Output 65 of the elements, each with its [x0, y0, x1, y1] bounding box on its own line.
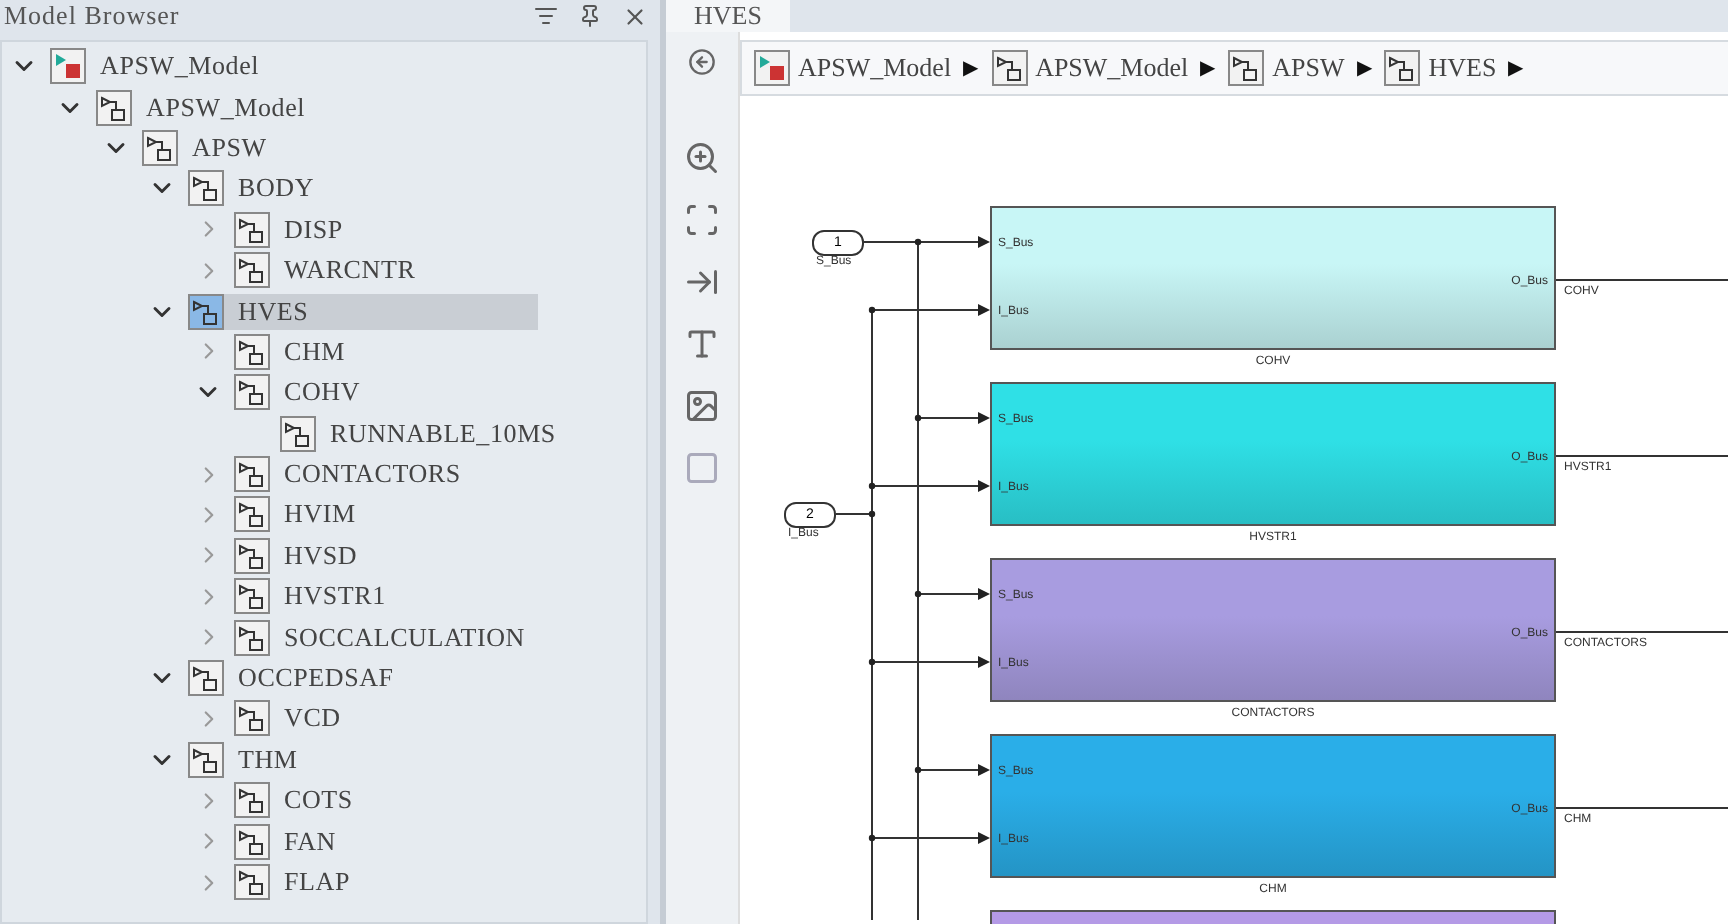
tree-item[interactable]: HVSD: [234, 537, 364, 574]
separator-arrow: ▶: [1200, 56, 1217, 80]
breadcrumb-link[interactable]: APSW_Model: [991, 50, 1189, 86]
subsystem-icon: [234, 496, 270, 533]
tree-item[interactable]: DISP: [234, 211, 349, 248]
panel-title: Model Browser: [4, 0, 182, 32]
tree-item[interactable]: HVSTR1: [234, 578, 392, 615]
tree-item[interactable]: RUNNABLE_10MS: [280, 415, 562, 452]
fit-view-icon[interactable]: [684, 202, 720, 238]
model-icon: [754, 50, 790, 86]
tree-item[interactable]: APSW_Model: [96, 89, 312, 126]
pin-icon[interactable]: [578, 4, 602, 28]
subsystem-icon: [280, 415, 316, 452]
subsystem-icon: [188, 170, 224, 207]
breadcrumb-link[interactable]: APSW: [1228, 50, 1345, 86]
subsystem-icon: [234, 619, 270, 656]
editor-tab[interactable]: HVES: [666, 0, 790, 32]
subsystem-icon: [1228, 50, 1265, 86]
tree-item[interactable]: FLAP: [234, 864, 356, 900]
tree-item[interactable]: THM: [188, 741, 304, 778]
subsystem-icon: [234, 578, 270, 615]
tree-item[interactable]: CONTACTORS: [234, 456, 467, 493]
subsystem-icon: [234, 782, 270, 819]
separator-arrow: ▶: [1356, 56, 1373, 80]
subsystem-icon: [234, 456, 270, 493]
tree-item[interactable]: HVES: [188, 293, 538, 330]
back-icon[interactable]: [688, 48, 716, 76]
subsystem-icon: [234, 211, 270, 248]
subsystem-icon: [234, 537, 270, 574]
tree-item[interactable]: COHV: [234, 374, 367, 411]
tree-item[interactable]: HVIM: [234, 496, 362, 533]
separator-arrow: ▶: [1508, 56, 1525, 80]
subsystem-icon: [1384, 50, 1421, 86]
tree-item[interactable]: COTS: [234, 782, 359, 819]
tree-item[interactable]: VCD: [234, 700, 347, 737]
subsystem-icon: [188, 741, 224, 778]
subsystem-icon: [234, 333, 270, 370]
subsystem-icon: [234, 700, 270, 737]
subsystem-icon: [991, 50, 1028, 86]
subsystem-icon: [234, 252, 270, 289]
breadcrumb-link[interactable]: APSW_Model: [754, 50, 952, 86]
menu-icon[interactable]: [534, 4, 558, 28]
tree-item[interactable]: SOCCALCULATION: [234, 619, 531, 656]
subsystem-icon: [234, 864, 270, 900]
tree-item[interactable]: APSW_Model: [50, 48, 266, 85]
model-icon: [50, 48, 86, 85]
subsystem-icon: [188, 660, 224, 697]
tree-item[interactable]: BODY: [188, 170, 321, 207]
close-icon[interactable]: [622, 3, 648, 29]
text-icon[interactable]: [684, 326, 720, 362]
tree-item[interactable]: OCCPEDSAF: [188, 660, 400, 697]
subsystem-icon: [188, 293, 224, 330]
tree-item[interactable]: APSW: [142, 129, 273, 166]
tree-item[interactable]: WARCNTR: [234, 252, 422, 289]
subsystem-icon: [234, 374, 270, 411]
subsystem-icon: [96, 89, 132, 126]
subsystem-icon: [234, 823, 270, 860]
separator-arrow: ▶: [963, 56, 980, 80]
zoom-icon[interactable]: [684, 140, 720, 176]
arrow-icon[interactable]: [684, 264, 720, 300]
tree-item[interactable]: FAN: [234, 823, 342, 860]
subsystem-icon: [142, 129, 178, 166]
breadcrumb-link[interactable]: HVES: [1384, 50, 1497, 86]
image-icon[interactable]: [684, 388, 720, 424]
tree-item[interactable]: CHM: [234, 333, 352, 370]
